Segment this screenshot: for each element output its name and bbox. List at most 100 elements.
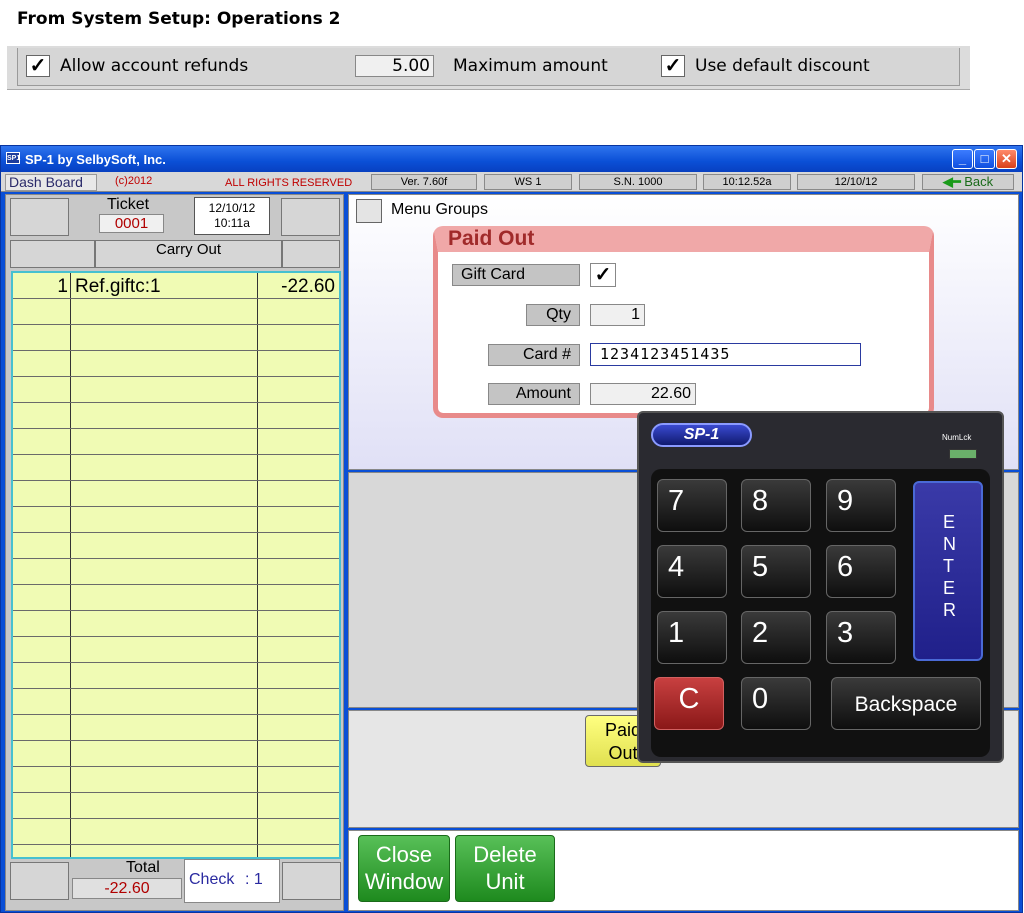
- back-label: Back: [964, 174, 994, 189]
- list-item: [13, 507, 339, 533]
- item-qty: 1: [57, 276, 68, 297]
- check-box: Check : 1: [184, 859, 280, 903]
- delete-unit-line1: Delete: [473, 842, 537, 867]
- title-bar: SP1 SP-1 by SelbySoft, Inc. _ □ ✕: [1, 146, 1022, 172]
- order-type[interactable]: Carry Out: [95, 240, 282, 268]
- item-amount: -22.60: [281, 276, 335, 297]
- carry-out-right-cell: [282, 240, 340, 268]
- check-value: : 1: [245, 871, 263, 888]
- list-item: [13, 481, 339, 507]
- delete-unit-line2: Unit: [485, 869, 525, 894]
- list-item: [13, 793, 339, 819]
- list-item: [13, 663, 339, 689]
- key-9[interactable]: 9: [826, 479, 896, 532]
- list-item: [13, 455, 339, 481]
- list-item: [13, 325, 339, 351]
- setup-strip: ✓ Allow account refunds 5.00 Maximum amo…: [7, 46, 970, 90]
- amount-label: Amount: [488, 383, 580, 405]
- action-bar: Close Window Delete Unit: [348, 830, 1019, 911]
- list-item: [13, 741, 339, 767]
- minimize-button[interactable]: _: [952, 149, 973, 169]
- card-number-field[interactable]: 1234123451435: [590, 343, 861, 366]
- total-value: -22.60: [72, 878, 182, 899]
- app-icon: SP1: [6, 152, 20, 164]
- carry-out-left-cell: [10, 240, 95, 268]
- window-title: SP-1 by SelbySoft, Inc.: [25, 152, 166, 167]
- allow-refunds-label: Allow account refunds: [60, 56, 249, 76]
- version-cell: Ver. 7.60f: [371, 174, 477, 190]
- default-discount-checkbox[interactable]: ✓: [661, 55, 685, 77]
- qty-field[interactable]: 1: [590, 304, 645, 326]
- serial-cell: S.N. 1000: [579, 174, 697, 190]
- list-item: [13, 403, 339, 429]
- key-2[interactable]: 2: [741, 611, 811, 664]
- key-7[interactable]: 7: [657, 479, 727, 532]
- workstation-cell: WS 1: [484, 174, 572, 190]
- list-item: [13, 585, 339, 611]
- keypad-badge: SP-1: [651, 423, 752, 447]
- list-item: [13, 819, 339, 845]
- list-item: [13, 533, 339, 559]
- qty-label: Qty: [526, 304, 580, 326]
- enter-key[interactable]: ENTER: [913, 481, 983, 661]
- list-item: [13, 715, 339, 741]
- key-8[interactable]: 8: [741, 479, 811, 532]
- list-item: [13, 559, 339, 585]
- menu-groups-checkbox[interactable]: [356, 199, 382, 223]
- list-item[interactable]: 1 Ref.giftc:1 -22.60: [13, 273, 339, 299]
- gift-card-checkbox[interactable]: ✓: [590, 263, 616, 287]
- rights-text: ALL RIGHTS RESERVED: [225, 177, 353, 189]
- list-item: [13, 637, 339, 663]
- time-cell: 10:12.52a: [703, 174, 791, 190]
- menu-groups-label: Menu Groups: [391, 201, 488, 218]
- numeric-keypad: SP-1 NumLck 7 8 9 4 5 6 1 2 3 C 0 Backsp…: [637, 411, 1004, 763]
- info-bar: Dash Board (c)2012 ALL RIGHTS RESERVED V…: [1, 172, 1022, 192]
- delete-unit-button[interactable]: Delete Unit: [455, 835, 555, 902]
- list-item: [13, 429, 339, 455]
- total-label: Total: [126, 859, 160, 876]
- ticket-datetime: 12/10/12 10:11a: [194, 197, 270, 235]
- key-0[interactable]: 0: [741, 677, 811, 730]
- maximize-button[interactable]: □: [974, 149, 995, 169]
- dashboard-tab[interactable]: Dash Board: [5, 174, 97, 191]
- copyright-text: (c)2012: [115, 175, 153, 187]
- close-window-line1: Close: [375, 842, 433, 867]
- back-button[interactable]: ◀━ Back: [922, 174, 1014, 190]
- check-label: Check: [189, 871, 235, 888]
- item-name: Ref.giftc:1: [75, 276, 161, 297]
- ticket-right-button[interactable]: [281, 198, 340, 236]
- list-item: [13, 767, 339, 793]
- default-discount-label: Use default discount: [695, 56, 870, 76]
- key-3[interactable]: 3: [826, 611, 896, 664]
- total-right-button[interactable]: [282, 862, 341, 900]
- paid-out-title: Paid Out: [448, 227, 535, 250]
- ticket-left-button[interactable]: [10, 198, 69, 236]
- gift-card-label: Gift Card: [452, 264, 580, 286]
- list-item: [13, 351, 339, 377]
- ticket-time: 10:11a: [214, 216, 250, 230]
- keypad-keys: 7 8 9 4 5 6 1 2 3 C 0 Backspace ENTER: [651, 469, 990, 757]
- key-1[interactable]: 1: [657, 611, 727, 664]
- ticket-panel: Ticket 0001 12/10/12 10:11a Carry Out 1 …: [5, 194, 344, 911]
- date-cell: 12/10/12: [797, 174, 915, 190]
- clear-key[interactable]: C: [654, 677, 724, 730]
- key-5[interactable]: 5: [741, 545, 811, 598]
- ticket-date: 12/10/12: [208, 201, 256, 215]
- allow-refunds-checkbox[interactable]: ✓: [26, 55, 50, 77]
- close-window-line2: Window: [364, 869, 444, 894]
- key-6[interactable]: 6: [826, 545, 896, 598]
- setup-panel: ✓ Allow account refunds 5.00 Maximum amo…: [17, 48, 960, 86]
- back-arrow-icon: ◀━: [942, 174, 965, 189]
- list-item: [13, 299, 339, 325]
- ticket-number: 0001: [99, 214, 164, 233]
- ticket-label: Ticket: [107, 196, 150, 213]
- max-amount-field[interactable]: 5.00: [355, 55, 434, 77]
- total-left-button[interactable]: [10, 862, 69, 900]
- close-window-button[interactable]: Close Window: [358, 835, 450, 902]
- key-4[interactable]: 4: [657, 545, 727, 598]
- amount-field[interactable]: 22.60: [590, 383, 696, 405]
- list-item: [13, 611, 339, 637]
- numlock-led: [949, 449, 977, 459]
- close-button[interactable]: ✕: [996, 149, 1017, 169]
- backspace-key[interactable]: Backspace: [831, 677, 981, 730]
